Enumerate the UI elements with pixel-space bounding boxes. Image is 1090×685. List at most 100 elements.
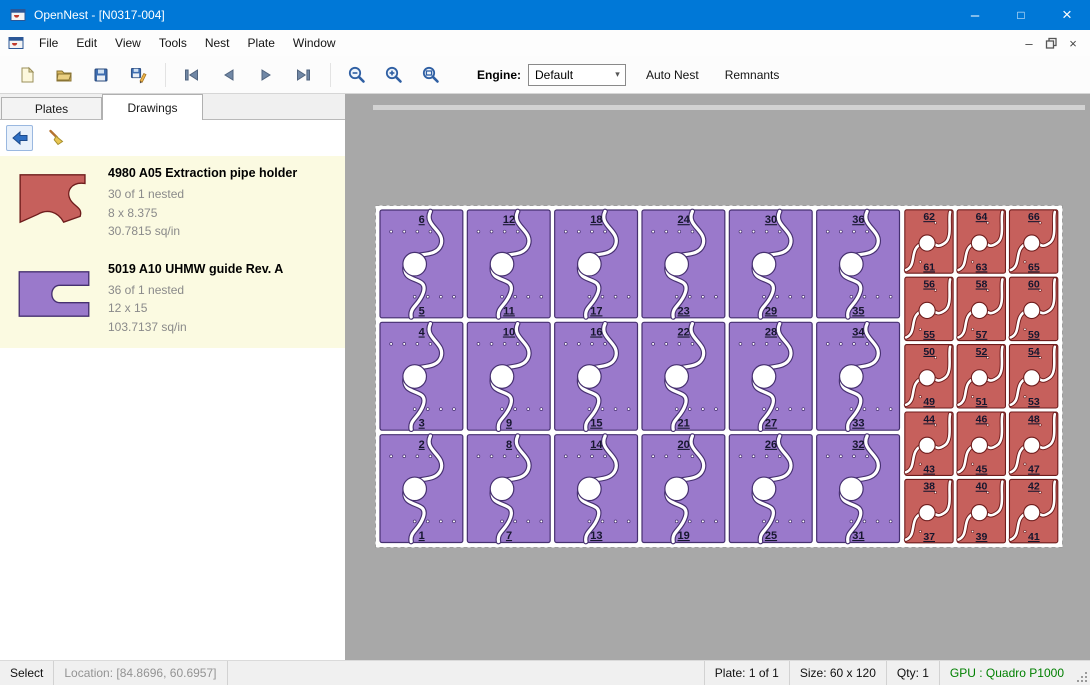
drawing-list-item[interactable]: 5019 A10 UHMW guide Rev. A 36 of 1 neste… xyxy=(0,252,345,348)
save-as-button[interactable] xyxy=(123,60,153,90)
nested-part-pair[interactable]: 3837 xyxy=(905,479,953,543)
nested-part-pair[interactable]: 4645 xyxy=(957,412,1005,476)
nested-part-pair[interactable]: 1413 xyxy=(555,435,638,543)
nested-part-pair[interactable]: 1615 xyxy=(555,322,638,430)
remnants-button[interactable]: Remnants xyxy=(719,62,786,88)
svg-text:22: 22 xyxy=(678,326,690,338)
minimize-button[interactable]: – xyxy=(952,0,998,30)
toolbar-separator xyxy=(165,63,166,87)
nested-part-pair[interactable]: 5655 xyxy=(905,277,953,341)
nested-part-pair[interactable]: 3433 xyxy=(817,322,900,430)
drawing-title: 5019 A10 UHMW guide Rev. A xyxy=(108,262,283,276)
nested-part-pair[interactable]: 4039 xyxy=(957,479,1005,543)
status-plate: Plate: 1 of 1 xyxy=(704,661,789,685)
save-as-icon xyxy=(129,66,147,84)
menu-item-window[interactable]: Window xyxy=(284,31,345,55)
auto-nest-button[interactable]: Auto Nest xyxy=(640,62,705,88)
nested-part-pair[interactable]: 87 xyxy=(467,435,550,543)
nested-part-pair[interactable]: 2423 xyxy=(642,210,725,318)
resize-grip[interactable] xyxy=(1074,661,1090,685)
svg-text:32: 32 xyxy=(852,439,864,451)
menu-item-file[interactable]: File xyxy=(30,31,67,55)
svg-text:31: 31 xyxy=(852,530,864,542)
nested-part-pair[interactable]: 4443 xyxy=(905,412,953,476)
nav-last-button[interactable] xyxy=(288,60,318,90)
svg-text:1: 1 xyxy=(419,530,425,542)
new-button[interactable] xyxy=(12,60,42,90)
zoom-fit-button[interactable] xyxy=(416,60,446,90)
status-location: Location: [84.8696, 60.6957] xyxy=(54,661,227,685)
nav-first-button[interactable] xyxy=(177,60,207,90)
save-button[interactable] xyxy=(86,60,116,90)
drawing-list-item[interactable]: 4980 A05 Extraction pipe holder 30 of 1 … xyxy=(0,156,345,252)
menu-item-nest[interactable]: Nest xyxy=(196,31,239,55)
drawing-list: 4980 A05 Extraction pipe holder 30 of 1 … xyxy=(0,156,345,660)
svg-text:64: 64 xyxy=(976,211,988,223)
zoom-in-button[interactable] xyxy=(379,60,409,90)
purple-part-shape xyxy=(15,266,93,322)
svg-text:47: 47 xyxy=(1028,464,1040,476)
menu-item-plate[interactable]: Plate xyxy=(239,31,284,55)
svg-text:13: 13 xyxy=(590,530,602,542)
nest-viewport[interactable]: 6512111817242330293635431091615222128273… xyxy=(345,94,1090,660)
nested-part-pair[interactable]: 5857 xyxy=(957,277,1005,341)
dropdown-arrow-icon: ▾ xyxy=(610,69,625,80)
svg-text:44: 44 xyxy=(923,413,935,425)
tab-plates[interactable]: Plates xyxy=(1,97,102,119)
plate[interactable]: 6512111817242330293635431091615222128273… xyxy=(375,205,1063,548)
open-button[interactable] xyxy=(49,60,79,90)
svg-text:20: 20 xyxy=(678,439,690,451)
nested-part-pair[interactable]: 5049 xyxy=(905,345,953,409)
nested-part-pair[interactable]: 21 xyxy=(380,435,463,543)
import-drawing-button[interactable] xyxy=(6,125,33,151)
nested-part-pair[interactable]: 65 xyxy=(380,210,463,318)
nested-part-pair[interactable]: 2827 xyxy=(729,322,812,430)
svg-text:7: 7 xyxy=(506,530,512,542)
menu-item-tools[interactable]: Tools xyxy=(150,31,196,55)
svg-text:30: 30 xyxy=(765,214,777,226)
nav-next-button[interactable] xyxy=(251,60,281,90)
clear-button[interactable] xyxy=(42,125,69,151)
nested-part-pair[interactable]: 2019 xyxy=(642,435,725,543)
nested-part-pair[interactable]: 6463 xyxy=(957,210,1005,274)
nested-part-pair[interactable]: 5251 xyxy=(957,345,1005,409)
svg-text:24: 24 xyxy=(678,214,691,226)
nested-part-pair[interactable]: 3029 xyxy=(729,210,812,318)
nested-part-pair[interactable]: 109 xyxy=(467,322,550,430)
mdi-close-button[interactable]: × xyxy=(1062,33,1084,53)
drawings-panel: Plates Drawings xyxy=(0,94,345,660)
mdi-restore-button[interactable] xyxy=(1040,33,1062,53)
nested-part-pair[interactable]: 2625 xyxy=(729,435,812,543)
svg-text:10: 10 xyxy=(503,326,515,338)
nested-part-pair[interactable]: 32 31 xyxy=(817,435,900,543)
nested-part-pair[interactable]: 43 xyxy=(380,322,463,430)
svg-text:57: 57 xyxy=(976,329,988,341)
engine-select[interactable]: Default ▾ xyxy=(528,64,626,86)
tab-drawings[interactable]: Drawings xyxy=(102,94,203,120)
svg-text:2: 2 xyxy=(419,439,425,451)
menu-item-view[interactable]: View xyxy=(106,31,150,55)
nested-part-pair[interactable]: 4241 xyxy=(1009,479,1057,543)
nested-part-pair[interactable]: 1211 xyxy=(467,210,550,318)
nested-part-pair[interactable]: 6665 xyxy=(1009,210,1057,274)
nav-prev-button[interactable] xyxy=(214,60,244,90)
main-toolbar: Engine: Default ▾ Auto Nest Remnants xyxy=(0,56,1090,94)
nested-part-pair[interactable]: 1817 xyxy=(555,210,638,318)
svg-text:38: 38 xyxy=(923,481,935,493)
nested-part-pair[interactable]: 48 47 xyxy=(1009,412,1057,476)
nested-part-pair[interactable]: 6059 xyxy=(1009,277,1057,341)
maximize-button[interactable]: □ xyxy=(998,0,1044,30)
svg-text:48: 48 xyxy=(1028,413,1040,425)
broom-icon xyxy=(46,128,66,148)
svg-text:35: 35 xyxy=(852,305,864,317)
zoom-out-button[interactable] xyxy=(342,60,372,90)
menu-item-edit[interactable]: Edit xyxy=(67,31,106,55)
nested-part-pair[interactable]: 5453 xyxy=(1009,345,1057,409)
mdi-minimize-button[interactable]: – xyxy=(1018,33,1040,53)
nested-part-pair[interactable]: 2221 xyxy=(642,322,725,430)
nested-part-pair[interactable]: 3635 xyxy=(817,210,900,318)
nested-part-pair[interactable]: 6261 xyxy=(905,210,953,274)
red-part-shape xyxy=(15,168,93,228)
close-button[interactable]: × xyxy=(1044,0,1090,30)
import-arrow-icon xyxy=(10,129,30,147)
